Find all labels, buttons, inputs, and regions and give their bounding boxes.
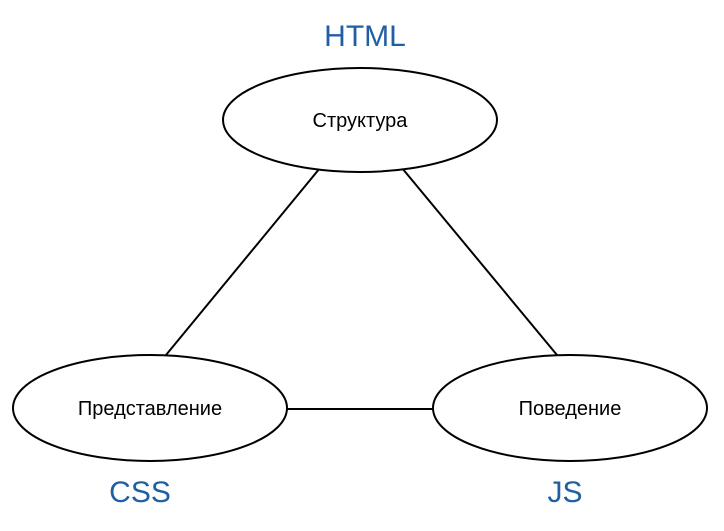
node-structure-label: Структура [313,110,409,132]
node-structure: Структура [222,67,498,173]
node-behavior-label: Поведение [519,398,622,420]
tech-label-js: JS [547,476,582,509]
tech-label-css: CSS [109,476,171,509]
node-presentation: Представление [12,354,288,462]
edge-structure-presentation [165,167,321,356]
triad-diagram: Структура Представление Поведение HTML C… [12,20,708,509]
edge-structure-behavior [401,167,558,356]
node-behavior: Поведение [432,354,708,462]
tech-label-html: HTML [324,20,406,53]
node-presentation-label: Представление [78,398,222,420]
